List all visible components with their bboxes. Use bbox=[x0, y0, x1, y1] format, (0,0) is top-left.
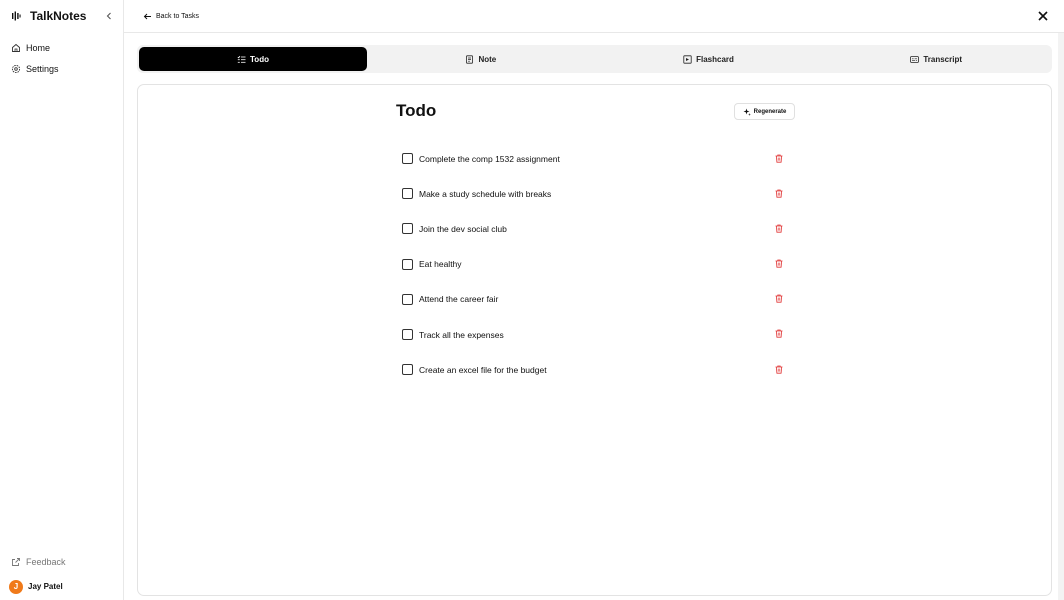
sidebar-item-settings[interactable]: Settings bbox=[11, 62, 59, 76]
regenerate-button[interactable]: Regenerate bbox=[734, 103, 795, 120]
feedback-link[interactable]: Feedback bbox=[11, 555, 66, 569]
sidebar: TalkNotes Home Settings Feedback J Jay P… bbox=[0, 0, 124, 600]
trash-icon bbox=[775, 330, 783, 339]
todo-text: Make a study schedule with breaks bbox=[419, 188, 552, 199]
external-link-icon bbox=[11, 557, 21, 567]
todo-item: Track all the expenses bbox=[402, 317, 792, 352]
delete-todo-button[interactable] bbox=[774, 294, 784, 304]
app-name: TalkNotes bbox=[30, 9, 87, 23]
todo-checkbox[interactable] bbox=[402, 258, 413, 270]
user-name: Jay Patel bbox=[28, 582, 63, 591]
delete-todo-button[interactable] bbox=[774, 223, 784, 233]
list-check-icon bbox=[237, 55, 246, 64]
todo-text: Attend the career fair bbox=[419, 294, 499, 305]
sidebar-item-label: Settings bbox=[26, 64, 59, 74]
sparkles-icon bbox=[743, 108, 751, 116]
close-button[interactable] bbox=[1037, 10, 1049, 22]
brand[interactable]: TalkNotes bbox=[10, 10, 86, 22]
talknotes-logo-icon bbox=[10, 10, 22, 22]
todo-checkbox[interactable] bbox=[402, 188, 413, 200]
trash-icon bbox=[775, 154, 783, 163]
page-title: Todo bbox=[396, 101, 437, 120]
todo-checkbox[interactable] bbox=[402, 364, 413, 376]
delete-todo-button[interactable] bbox=[774, 188, 784, 198]
top-bar: Back to Tasks bbox=[124, 0, 1064, 33]
tab-label: Transcript bbox=[923, 54, 963, 64]
delete-todo-button[interactable] bbox=[774, 259, 784, 269]
gear-icon bbox=[11, 64, 21, 74]
home-icon bbox=[11, 43, 21, 53]
sidebar-item-home[interactable]: Home bbox=[11, 41, 50, 55]
tab-label: Flashcard bbox=[696, 54, 734, 64]
collapse-sidebar-button[interactable] bbox=[104, 11, 114, 21]
trash-icon bbox=[775, 224, 783, 233]
back-link-label: Back to Tasks bbox=[156, 12, 200, 20]
document-icon bbox=[465, 54, 474, 64]
trash-icon bbox=[775, 294, 783, 303]
user-profile[interactable]: J Jay Patel bbox=[9, 579, 63, 594]
tab-transcript[interactable]: Transcript bbox=[822, 47, 1050, 71]
view-tabs: Todo Note Flashcard Transcript bbox=[137, 45, 1052, 73]
todo-item: Join the dev social club bbox=[402, 211, 792, 246]
todo-text: Join the dev social club bbox=[419, 223, 507, 234]
tab-label: Note bbox=[478, 54, 497, 64]
todo-checkbox[interactable] bbox=[402, 293, 413, 305]
todo-item: Attend the career fair bbox=[402, 282, 792, 317]
todo-checkbox[interactable] bbox=[402, 223, 413, 235]
tab-label: Todo bbox=[250, 54, 269, 64]
avatar: J bbox=[9, 579, 23, 594]
todo-card: Todo Regenerate Complete the comp 1532 a… bbox=[137, 84, 1052, 596]
todo-item: Complete the comp 1532 assignment bbox=[402, 141, 792, 176]
todo-checkbox[interactable] bbox=[402, 153, 413, 165]
trash-icon bbox=[775, 259, 783, 268]
tab-note[interactable]: Note bbox=[367, 47, 595, 71]
trash-icon bbox=[775, 365, 783, 374]
back-to-tasks-link[interactable]: Back to Tasks bbox=[143, 10, 199, 22]
delete-todo-button[interactable] bbox=[774, 153, 784, 163]
tab-flashcard[interactable]: Flashcard bbox=[595, 47, 823, 71]
tab-todo[interactable]: Todo bbox=[139, 47, 367, 71]
todo-item: Create an excel file for the budget bbox=[402, 352, 792, 387]
feedback-label: Feedback bbox=[26, 557, 66, 567]
app-root: TalkNotes Home Settings Feedback J Jay P… bbox=[0, 0, 1064, 600]
scrollbar[interactable] bbox=[1058, 33, 1064, 600]
todo-text: Create an excel file for the budget bbox=[419, 364, 547, 375]
todo-list: Complete the comp 1532 assignment Make a… bbox=[402, 141, 792, 387]
todo-text: Eat healthy bbox=[419, 259, 462, 270]
todo-item: Make a study schedule with breaks bbox=[402, 176, 792, 211]
sidebar-item-label: Home bbox=[26, 43, 51, 53]
regenerate-label: Regenerate bbox=[753, 108, 787, 115]
transcript-icon bbox=[910, 55, 920, 64]
close-icon bbox=[1038, 11, 1048, 21]
trash-icon bbox=[775, 189, 783, 198]
delete-todo-button[interactable] bbox=[774, 364, 784, 374]
todo-text: Track all the expenses bbox=[419, 329, 504, 340]
arrow-left-icon bbox=[143, 12, 152, 21]
todo-item: Eat healthy bbox=[402, 247, 792, 282]
chevron-left-icon bbox=[106, 12, 111, 20]
todo-checkbox[interactable] bbox=[402, 329, 413, 341]
delete-todo-button[interactable] bbox=[774, 329, 784, 339]
todo-text: Complete the comp 1532 assignment bbox=[419, 153, 560, 164]
flashcard-icon bbox=[683, 54, 692, 64]
